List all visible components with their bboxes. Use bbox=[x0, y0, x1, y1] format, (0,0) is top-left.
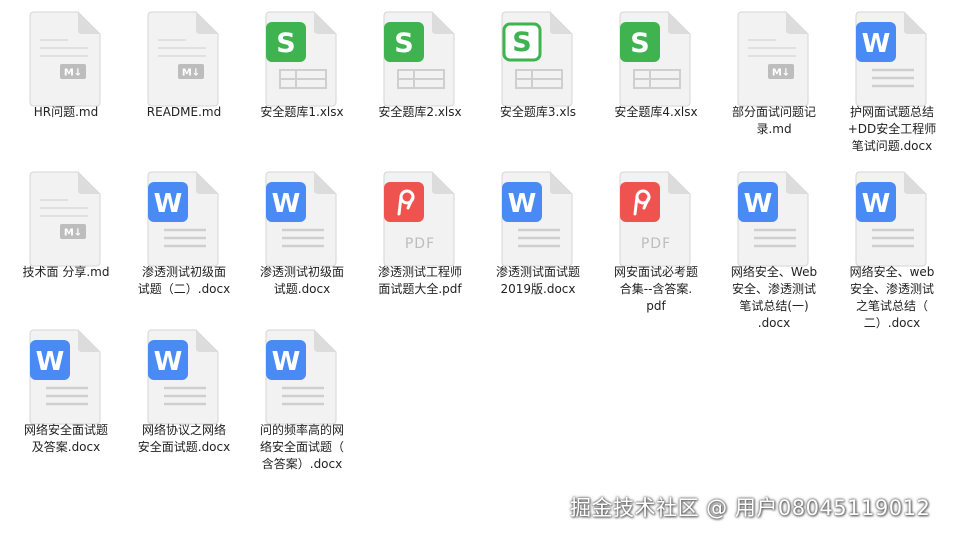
file-item[interactable]: PDF 渗透测试工程师 面试题大全.pdf bbox=[361, 166, 479, 324]
file-row: M↓ HR问题.md M↓ README.md S 安全题库1.xlsx S 安全题… bbox=[7, 6, 957, 166]
file-name: 护网面试题总结 +DD安全工程师 笔试问题.docx bbox=[847, 105, 937, 153]
pdf-file-icon: PDF bbox=[597, 166, 715, 267]
word-file-icon: W bbox=[479, 166, 597, 267]
file-name: 渗透测试初级面 试题.docx bbox=[259, 265, 344, 296]
file-name: 网安面试必考题 合集--含答案. pdf bbox=[613, 265, 698, 313]
file-grid: M↓ HR问题.md M↓ README.md S 安全题库1.xlsx S 安全题… bbox=[7, 6, 957, 493]
file-name: README.md bbox=[146, 105, 222, 119]
svg-text:M↓: M↓ bbox=[64, 68, 82, 79]
svg-text:S: S bbox=[276, 28, 295, 59]
file-name: 渗透测试初级面 试题（二）.docx bbox=[137, 265, 231, 296]
svg-text:W: W bbox=[862, 29, 891, 59]
svg-text:S: S bbox=[630, 28, 649, 59]
file-item[interactable]: W 护网面试题总结 +DD安全工程师 笔试问题.docx bbox=[833, 6, 951, 166]
file-name: 网络安全面试题 及答案.docx bbox=[23, 423, 108, 454]
file-row: M↓ 技术面 分享.md W 渗透测试初级面 试题（二）.docx W 渗透测试… bbox=[7, 166, 957, 330]
file-item[interactable]: W 渗透测试面试题 2019版.docx bbox=[479, 166, 597, 324]
file-name: 渗透测试面试题 2019版.docx bbox=[495, 265, 580, 296]
svg-text:PDF: PDF bbox=[405, 236, 435, 252]
svg-text:W: W bbox=[272, 189, 301, 219]
file-item[interactable]: M↓ 部分面试问题记 录.md bbox=[715, 6, 833, 166]
file-name: 网络安全、web 安全、渗透测试 之笔试总结（ 二）.docx bbox=[849, 265, 935, 330]
file-name: 安全题库2.xlsx bbox=[378, 105, 462, 119]
svg-text:W: W bbox=[36, 347, 65, 377]
file-item[interactable]: W 网络协议之网络 安全面试题.docx bbox=[125, 324, 243, 493]
svg-text:W: W bbox=[272, 347, 301, 377]
file-item[interactable]: M↓ 技术面 分享.md bbox=[7, 166, 125, 324]
file-row: W 网络安全面试题 及答案.docx W 网络协议之网络 安全面试题.docx … bbox=[7, 324, 957, 493]
markdown-file-icon: M↓ bbox=[125, 6, 243, 107]
markdown-file-icon: M↓ bbox=[7, 6, 125, 107]
spreadsheet-file-icon: S bbox=[597, 6, 715, 107]
markdown-file-icon: M↓ bbox=[715, 6, 833, 107]
file-item[interactable]: W 渗透测试初级面 试题.docx bbox=[243, 166, 361, 324]
word-file-icon: W bbox=[833, 6, 951, 107]
svg-text:W: W bbox=[862, 189, 891, 219]
word-file-icon: W bbox=[125, 324, 243, 425]
pdf-file-icon: PDF bbox=[361, 166, 479, 267]
file-item[interactable]: W 网络安全、Web 安全、渗透测试 笔试总结(一) .docx bbox=[715, 166, 833, 330]
file-item[interactable]: W 网络安全面试题 及答案.docx bbox=[7, 324, 125, 493]
svg-text:S: S bbox=[512, 27, 531, 58]
file-item[interactable]: S 安全题库1.xlsx bbox=[243, 6, 361, 166]
file-name: 安全题库4.xlsx bbox=[614, 105, 698, 119]
file-name: 问的频率高的网 络安全面试题（ 含答案）.docx bbox=[259, 423, 344, 471]
spreadsheet-outline-file-icon: S bbox=[479, 6, 597, 107]
file-item[interactable]: M↓ README.md bbox=[125, 6, 243, 166]
file-item[interactable]: S 安全题库4.xlsx bbox=[597, 6, 715, 166]
word-file-icon: W bbox=[243, 166, 361, 267]
spreadsheet-file-icon: S bbox=[361, 6, 479, 107]
word-file-icon: W bbox=[715, 166, 833, 267]
word-file-icon: W bbox=[833, 166, 951, 267]
file-name: 网络安全、Web 安全、渗透测试 笔试总结(一) .docx bbox=[730, 265, 818, 330]
svg-text:PDF: PDF bbox=[641, 236, 671, 252]
word-file-icon: W bbox=[7, 324, 125, 425]
file-item[interactable]: W 渗透测试初级面 试题（二）.docx bbox=[125, 166, 243, 324]
file-item[interactable]: S 安全题库2.xlsx bbox=[361, 6, 479, 166]
file-name: HR问题.md bbox=[33, 105, 99, 119]
svg-text:M↓: M↓ bbox=[772, 68, 790, 79]
svg-text:M↓: M↓ bbox=[64, 228, 82, 239]
svg-text:W: W bbox=[154, 189, 183, 219]
file-item[interactable]: M↓ HR问题.md bbox=[7, 6, 125, 166]
file-item[interactable]: W 问的频率高的网 络安全面试题（ 含答案）.docx bbox=[243, 324, 361, 493]
markdown-file-icon: M↓ bbox=[7, 166, 125, 267]
word-file-icon: W bbox=[125, 166, 243, 267]
svg-text:S: S bbox=[394, 28, 413, 59]
word-file-icon: W bbox=[243, 324, 361, 425]
file-name: 安全题库3.xls bbox=[499, 105, 577, 119]
file-item[interactable]: W 网络安全、web 安全、渗透测试 之笔试总结（ 二）.docx bbox=[833, 166, 951, 330]
spreadsheet-file-icon: S bbox=[243, 6, 361, 107]
file-name: 网络协议之网络 安全面试题.docx bbox=[137, 423, 231, 454]
watermark: 掘金技术社区 @ 用户08045119012 bbox=[570, 496, 931, 520]
svg-text:W: W bbox=[744, 189, 773, 219]
file-name: 部分面试问题记 录.md bbox=[731, 105, 816, 136]
file-item[interactable]: S 安全题库3.xls bbox=[479, 6, 597, 166]
file-item[interactable]: PDF 网安面试必考题 合集--含答案. pdf bbox=[597, 166, 715, 324]
file-name: 技术面 分享.md bbox=[22, 265, 110, 279]
file-name: 渗透测试工程师 面试题大全.pdf bbox=[377, 265, 462, 296]
svg-text:M↓: M↓ bbox=[182, 68, 200, 79]
svg-text:W: W bbox=[154, 347, 183, 377]
svg-text:W: W bbox=[508, 189, 537, 219]
file-name: 安全题库1.xlsx bbox=[260, 105, 344, 119]
